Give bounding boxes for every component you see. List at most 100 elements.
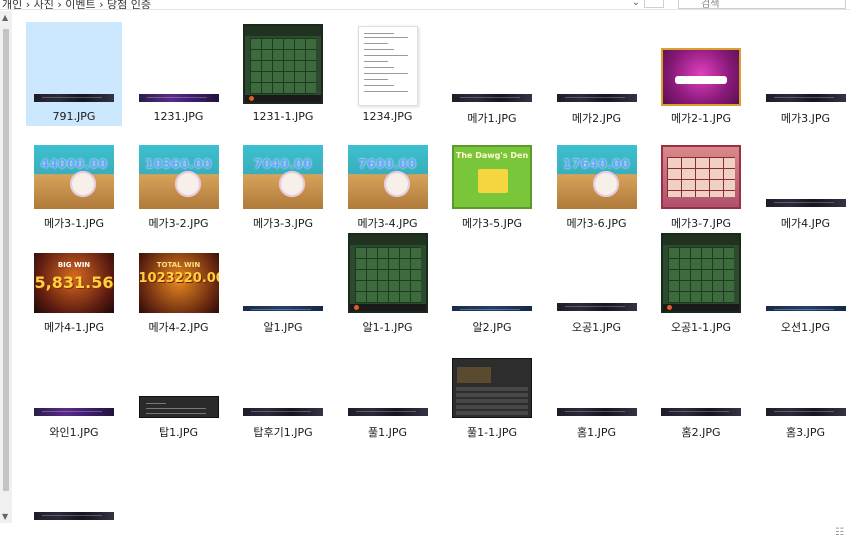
file-name: 오공1-1.JPG bbox=[670, 321, 732, 334]
file-thumbnail: BIG WIN 5,831.56 bbox=[30, 231, 118, 315]
thumbnail-title: The Dawg's Den bbox=[455, 150, 529, 160]
search-placeholder: 검색 bbox=[701, 0, 720, 10]
file-thumbnail bbox=[657, 127, 745, 211]
file-item[interactable]: 메가2.JPG bbox=[549, 22, 645, 126]
breadcrumb[interactable]: 개인 › 사진 › 이벤트 › 당첨 인증 bbox=[2, 0, 151, 9]
file-item[interactable] bbox=[26, 440, 122, 541]
file-item[interactable]: 17640.00 메가3-6.JPG bbox=[549, 127, 645, 231]
file-name: 메가3-1.JPG bbox=[43, 216, 105, 230]
file-item[interactable]: 오공1.JPG bbox=[549, 231, 645, 335]
file-item[interactable]: BIG WIN 5,831.56 메가4-1.JPG bbox=[26, 231, 122, 335]
file-item[interactable]: 알1-1.JPG bbox=[340, 231, 436, 335]
chevron-down-icon[interactable]: ⌄ bbox=[632, 0, 640, 8]
win-banner: TOTAL WIN bbox=[156, 261, 201, 269]
file-thumbnail bbox=[135, 22, 223, 106]
file-name: 메가3-3.JPG bbox=[252, 216, 314, 230]
file-item[interactable]: 오션1.JPG bbox=[758, 231, 850, 335]
file-name: 1231.JPG bbox=[153, 110, 204, 123]
file-thumbnail bbox=[762, 22, 850, 106]
file-name: 메가2-1.JPG bbox=[670, 112, 732, 125]
file-item[interactable]: 홈3.JPG bbox=[758, 336, 850, 440]
file-item[interactable]: 메가1.JPG bbox=[444, 22, 540, 126]
file-item[interactable]: 풀1.JPG bbox=[340, 336, 436, 440]
file-name: 메가3.JPG bbox=[780, 112, 831, 125]
file-item[interactable]: 1234.JPG bbox=[340, 22, 436, 126]
file-name: 메가4-2.JPG bbox=[148, 321, 209, 334]
file-thumbnail bbox=[30, 440, 118, 524]
file-name: 메가3-2.JPG bbox=[148, 216, 209, 230]
file-item[interactable]: 7600.00 메가3-4.JPG bbox=[340, 127, 436, 231]
win-amount: 10360.00 bbox=[144, 156, 212, 171]
file-name: 알1-1.JPG bbox=[362, 321, 413, 334]
file-name: 풀1.JPG bbox=[367, 425, 408, 439]
file-thumbnail: 7040.00 bbox=[239, 127, 327, 211]
file-item[interactable]: 메가2-1.JPG bbox=[653, 22, 749, 126]
win-amount: 1023220.00 bbox=[138, 271, 219, 286]
file-thumbnail bbox=[448, 336, 536, 420]
file-name: 1231-1.JPG bbox=[252, 110, 314, 123]
file-name: 1234.JPG bbox=[362, 110, 413, 123]
file-item[interactable]: 44000.00 메가3-1.JPG bbox=[26, 127, 122, 231]
file-name: 메가3-7.JPG bbox=[670, 216, 732, 230]
file-item[interactable]: 메가4.JPG bbox=[758, 127, 850, 231]
vertical-scrollbar[interactable]: ▲ ▼ bbox=[0, 11, 12, 523]
win-banner: BIG WIN bbox=[57, 261, 91, 269]
file-item[interactable]: 10360.00 메가3-2.JPG bbox=[131, 127, 227, 231]
file-item[interactable]: 와인1.JPG bbox=[26, 336, 122, 440]
win-amount: 7600.00 bbox=[358, 156, 417, 171]
win-amount: 17640.00 bbox=[562, 156, 630, 171]
file-item[interactable]: TOTAL WIN 1023220.00 메가4-2.JPG bbox=[131, 231, 227, 335]
file-thumbnail bbox=[239, 231, 327, 315]
file-name: 홈3.JPG bbox=[785, 425, 826, 439]
file-thumbnail bbox=[30, 336, 118, 420]
file-item[interactable]: 탑후기1.JPG bbox=[235, 336, 331, 440]
file-name: 오션1.JPG bbox=[780, 321, 831, 334]
file-name: 791.JPG bbox=[52, 110, 96, 123]
file-item[interactable]: 메가3.JPG bbox=[758, 22, 850, 126]
file-item[interactable]: 7040.00 메가3-3.JPG bbox=[235, 127, 331, 231]
file-thumbnail bbox=[553, 22, 641, 106]
search-input[interactable]: 검색 bbox=[678, 0, 846, 9]
file-thumbnail bbox=[553, 231, 641, 315]
view-toggle-icon[interactable]: ☷ bbox=[835, 527, 844, 538]
file-name: 와인1.JPG bbox=[49, 425, 99, 439]
file-thumbnail bbox=[344, 22, 432, 106]
file-item[interactable]: 알2.JPG bbox=[444, 231, 540, 335]
file-name: 홈2.JPG bbox=[681, 425, 721, 439]
scroll-thumb[interactable] bbox=[3, 29, 9, 491]
file-name: 메가3-6.JPG bbox=[566, 216, 627, 230]
file-thumbnail bbox=[553, 336, 641, 420]
file-item[interactable]: The Dawg's Den 메가3-5.JPG bbox=[444, 127, 540, 231]
file-thumbnail: TOTAL WIN 1023220.00 bbox=[135, 231, 223, 315]
file-name: 메가4.JPG bbox=[780, 216, 831, 230]
file-thumbnail bbox=[762, 231, 850, 315]
file-item[interactable]: 알1.JPG bbox=[235, 231, 331, 335]
scroll-down-icon[interactable]: ▼ bbox=[2, 512, 8, 521]
file-item[interactable]: 오공1-1.JPG bbox=[653, 231, 749, 335]
file-name: 메가2.JPG bbox=[571, 112, 622, 125]
file-thumbnail bbox=[344, 336, 432, 420]
scroll-up-icon[interactable]: ▲ bbox=[2, 13, 8, 22]
file-item[interactable]: 1231.JPG bbox=[131, 22, 227, 126]
file-name: 탑1.JPG bbox=[158, 425, 199, 439]
file-thumbnail: 7600.00 bbox=[344, 127, 432, 211]
file-name: 홈1.JPG bbox=[576, 425, 617, 439]
file-thumbnail bbox=[657, 22, 745, 106]
file-item[interactable]: 홈1.JPG bbox=[549, 336, 645, 440]
file-thumbnail: 44000.00 bbox=[30, 127, 118, 211]
file-item[interactable]: 풀1-1.JPG bbox=[444, 336, 540, 440]
win-amount: 44000.00 bbox=[40, 156, 108, 171]
address-bar[interactable]: 개인 › 사진 › 이벤트 › 당첨 인증 ⌄ 검색 bbox=[0, 0, 850, 10]
file-thumbnail bbox=[448, 22, 536, 106]
file-thumbnail: The Dawg's Den bbox=[448, 127, 536, 211]
file-item[interactable]: 메가3-7.JPG bbox=[653, 127, 749, 231]
file-item[interactable]: 탑1.JPG bbox=[131, 336, 227, 440]
file-thumbnail bbox=[135, 336, 223, 420]
file-thumbnail bbox=[239, 336, 327, 420]
file-name: 오공1.JPG bbox=[571, 321, 622, 334]
refresh-button[interactable] bbox=[644, 0, 664, 8]
file-item[interactable]: 홈2.JPG bbox=[653, 336, 749, 440]
file-name: 메가3-4.JPG bbox=[357, 216, 418, 230]
file-item[interactable]: 791.JPG bbox=[26, 22, 122, 126]
file-item[interactable]: 1231-1.JPG bbox=[235, 22, 331, 126]
